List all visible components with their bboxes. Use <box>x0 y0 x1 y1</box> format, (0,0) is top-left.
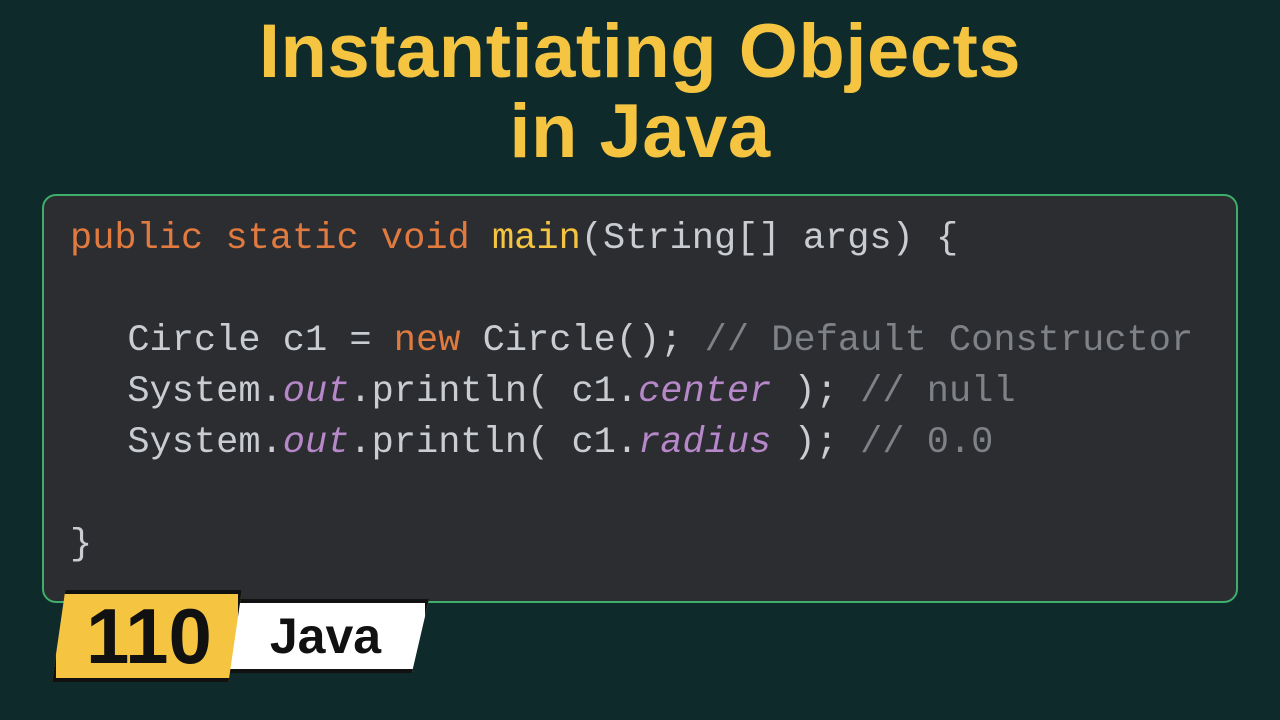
code-line-3: System.out.println( c1.radius ); // 0.0 <box>127 418 1210 469</box>
language-badge: Java <box>214 599 429 673</box>
l3-sys: System. <box>127 422 282 464</box>
field-out-2: out <box>283 422 350 464</box>
l2-sys: System. <box>127 371 282 413</box>
method-main: main <box>492 218 581 260</box>
keyword-static: static <box>225 218 358 260</box>
lesson-number-badge: 110 <box>52 590 242 682</box>
l2-mid: .println( c1. <box>349 371 638 413</box>
title-line-2: in Java <box>509 89 770 174</box>
l2-comment: // null <box>860 371 1015 413</box>
slide-title: Instantiating Objects in Java <box>0 0 1280 172</box>
keyword-public: public <box>70 218 203 260</box>
keyword-void: void <box>381 218 470 260</box>
field-out-1: out <box>283 371 350 413</box>
l3-mid: .println( c1. <box>349 422 638 464</box>
l3-post: ); <box>771 422 860 464</box>
code-close-brace: } <box>70 520 1210 571</box>
title-line-1: Instantiating Objects <box>259 9 1021 94</box>
code-block: public static void main(String[] args) {… <box>42 194 1238 603</box>
blank-line <box>70 265 1210 316</box>
code-line-signature: public static void main(String[] args) { <box>70 214 1210 265</box>
l2-post: ); <box>771 371 860 413</box>
code-line-2: System.out.println( c1.center ); // null <box>127 367 1210 418</box>
badge-group: 110 Java <box>52 590 429 682</box>
l1-comment: // Default Constructor <box>705 320 1193 362</box>
l3-comment: // 0.0 <box>860 422 993 464</box>
code-line-1: Circle c1 = new Circle(); // Default Con… <box>127 316 1210 367</box>
field-center: center <box>638 371 771 413</box>
field-radius: radius <box>638 422 771 464</box>
l1-post: Circle(); <box>460 320 704 362</box>
l1-pre: Circle c1 = <box>127 320 393 362</box>
signature-rest: (String[] args) { <box>581 218 958 260</box>
keyword-new: new <box>394 320 461 362</box>
blank-line-2 <box>70 469 1210 520</box>
